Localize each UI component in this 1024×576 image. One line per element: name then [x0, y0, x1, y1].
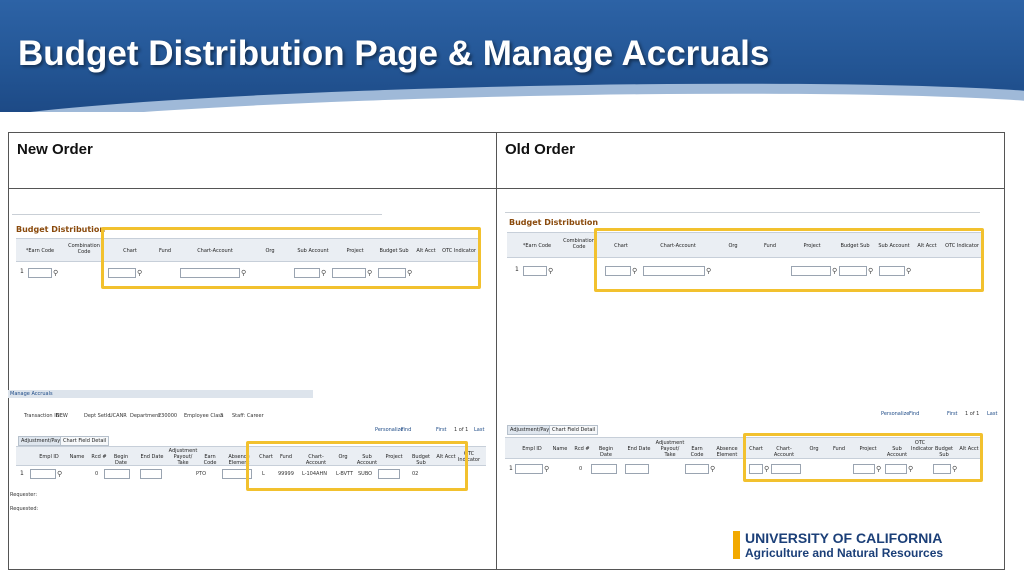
dept-setid-label: Dept SetId [84, 413, 111, 419]
col-name: Name [69, 454, 85, 460]
manage-accruals-bar: Manage Accruals [8, 390, 313, 398]
highlight-box [101, 227, 481, 289]
first-link[interactable]: First [436, 427, 447, 433]
magnifier-icon[interactable]: ⚲ [710, 466, 715, 473]
col-end-date: End Date [140, 454, 164, 460]
old-order-label: Old Order [505, 141, 576, 158]
earn-code-input[interactable] [685, 464, 709, 474]
col-earn-code: *Earn Code [522, 243, 552, 249]
magnifier-icon[interactable]: ⚲ [57, 471, 62, 478]
col-rcd: Rcd # [91, 454, 107, 460]
first-link[interactable]: First [947, 411, 958, 417]
new-order-label: New Order [17, 141, 93, 158]
magnifier-icon[interactable]: ⚲ [544, 466, 549, 473]
col-begin-date: Begin Date [113, 454, 129, 466]
col-name: Name [552, 446, 568, 452]
find-link[interactable]: Find [909, 411, 919, 417]
earn-code-input[interactable] [523, 266, 547, 276]
col-earn-code: Earn Code [203, 454, 217, 466]
tab-chart-field-detail[interactable]: Chart Field Detail [549, 425, 599, 435]
personalize-link[interactable]: Personalize [881, 411, 909, 417]
tab-chart-field-detail[interactable]: Chart Field Detail [60, 436, 110, 446]
transaction-id-value: NEW [56, 413, 68, 419]
transaction-id-label: Transaction ID [24, 413, 60, 419]
highlight-box [743, 433, 983, 482]
rcd-value: 0 [95, 471, 99, 477]
budget-distribution-title: Budget Distribution [509, 218, 599, 227]
rcd-value: 0 [579, 466, 583, 472]
separator [12, 214, 382, 215]
logo-gold-bar [733, 531, 740, 559]
title-banner: Budget Distribution Page & Manage Accrua… [0, 0, 1024, 112]
col-earn-code: Earn Code [690, 446, 704, 458]
col-combination-code: Combination Code [563, 238, 595, 250]
col-adjustment: Adjustment Payout/ Take [168, 448, 198, 466]
employee-class-label: Employee Class [184, 413, 224, 419]
col-empl-id: Empl ID [522, 446, 542, 452]
department-value: 230000 [158, 413, 178, 419]
col-combination-code: Combination Code [68, 243, 100, 255]
earn-code-input[interactable] [28, 268, 52, 278]
col-end-date: End Date [627, 446, 651, 452]
row-number: 1 [509, 465, 513, 472]
uc-anr-logo: UNIVERSITY OF CALIFORNIA Agriculture and… [733, 530, 963, 562]
header-cell-old: Old Order [497, 133, 1004, 189]
logo-line-1: UNIVERSITY OF CALIFORNIA [745, 530, 943, 546]
end-date-input[interactable] [625, 464, 649, 474]
empl-id-input[interactable] [515, 464, 543, 474]
separator [505, 212, 980, 213]
new-budget-screenshot: Budget Distribution *Earn Code Combinati… [12, 210, 482, 290]
employee-class-desc: Staff: Career [232, 413, 264, 419]
employee-class-value: 3 [220, 413, 224, 419]
magnifier-icon[interactable]: ⚲ [548, 268, 553, 275]
requested-label: Requested: [10, 506, 39, 512]
row-count: 1 of 1 [965, 411, 980, 417]
col-rcd: Rcd # [574, 446, 590, 452]
row-count: 1 of 1 [454, 427, 469, 433]
old-accruals-screenshot: Personalize Find First 1 of 1 Last Adjus… [505, 405, 1005, 485]
old-budget-screenshot: Budget Distribution *Earn Code Combinati… [505, 208, 987, 294]
begin-date-input[interactable] [104, 469, 130, 479]
highlight-box [246, 441, 468, 491]
budget-distribution-title: Budget Distribution [16, 225, 106, 234]
empl-id-input[interactable] [30, 469, 56, 479]
end-date-input[interactable] [140, 469, 162, 479]
personalize-link[interactable]: Personalize [375, 427, 403, 433]
logo-line-2: Agriculture and Natural Resources [745, 546, 944, 560]
requester-label: Requester: [10, 492, 38, 498]
row-number: 1 [20, 470, 24, 477]
row-number: 1 [20, 268, 24, 275]
col-empl-id: Empl ID [39, 454, 59, 460]
dept-setid-value: UCANR [109, 413, 127, 419]
department-label: Department [130, 413, 161, 419]
new-accruals-screenshot: Manage Accruals Transaction ID NEW Dept … [8, 390, 488, 515]
row-number: 1 [515, 266, 519, 273]
col-begin-date: Begin Date [598, 446, 614, 458]
last-link[interactable]: Last [987, 411, 997, 417]
begin-date-input[interactable] [591, 464, 617, 474]
last-link[interactable]: Last [474, 427, 484, 433]
col-earn-code: *Earn Code [25, 248, 55, 254]
magnifier-icon[interactable]: ⚲ [53, 270, 58, 277]
earn-code-value: PTO [196, 471, 207, 477]
slide-title: Budget Distribution Page & Manage Accrua… [18, 34, 770, 73]
col-adjustment: Adjustment Payout/ Take [655, 440, 685, 458]
col-absence-element: Absence Element [716, 446, 738, 458]
highlight-box [594, 228, 984, 292]
header-cell-new: New Order [9, 133, 497, 189]
find-link[interactable]: Find [401, 427, 411, 433]
